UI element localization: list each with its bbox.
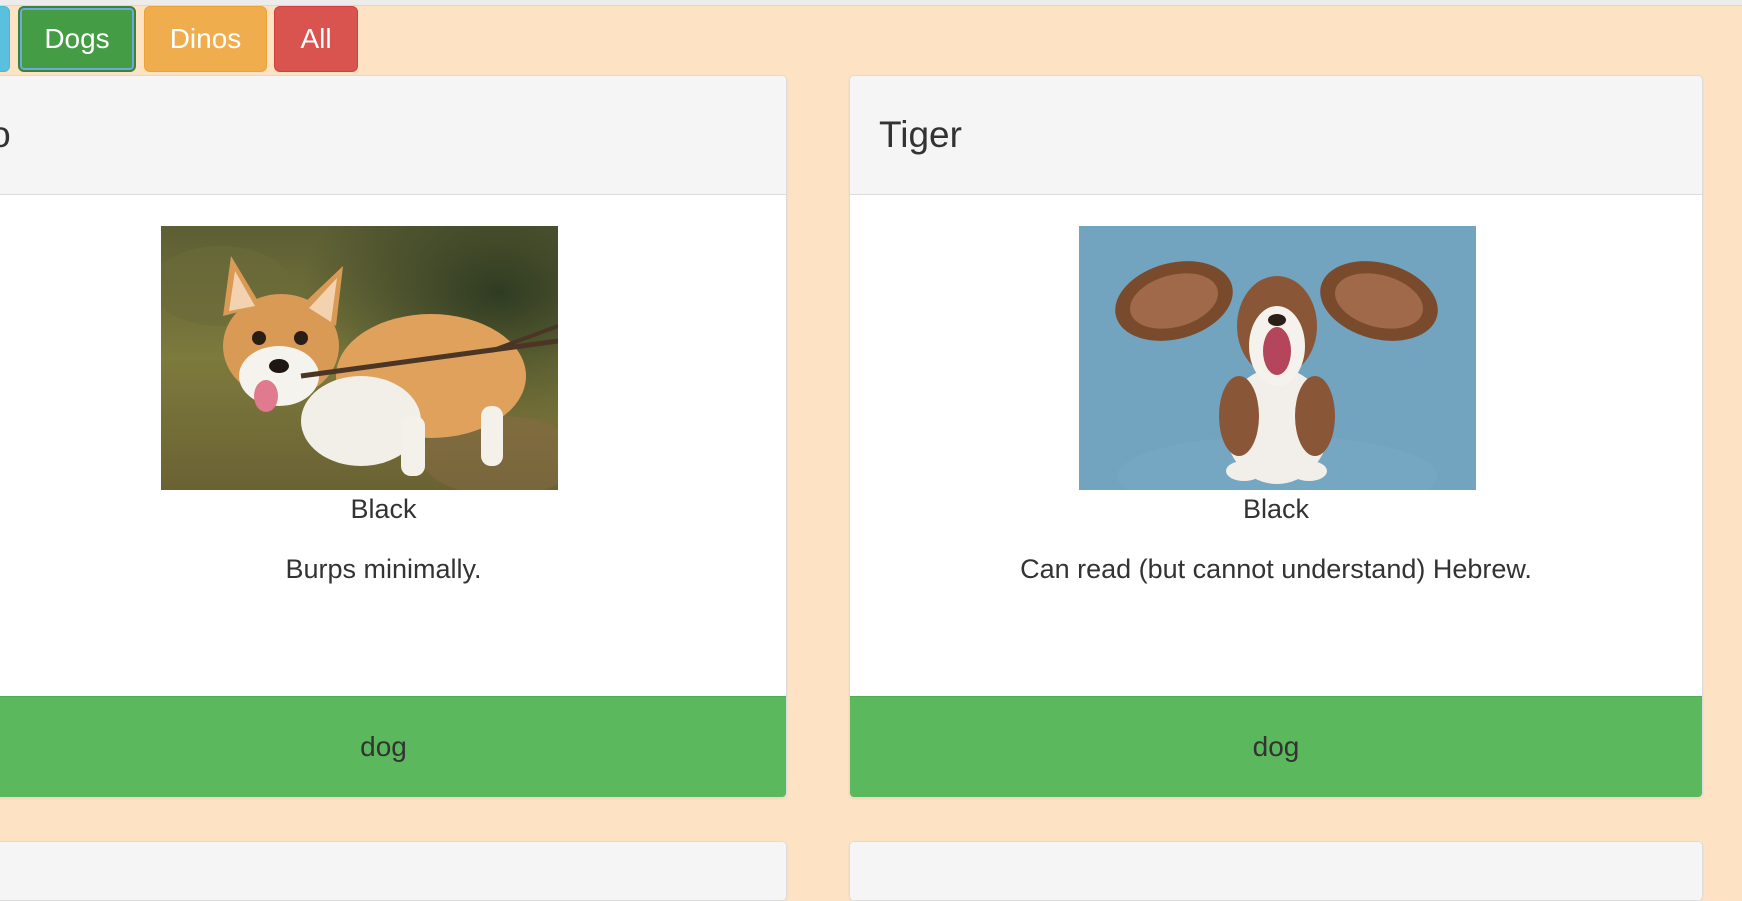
pet-photo: [1079, 226, 1476, 490]
card-header: [0, 842, 786, 900]
card-title: Tiger: [879, 114, 962, 155]
pet-photo: [161, 226, 558, 490]
pet-color: Black: [1242, 494, 1310, 524]
card-header: oco: [0, 76, 786, 195]
basset-hound-photo-image: [1079, 226, 1476, 490]
card-header: [850, 842, 1702, 900]
filter-cats-button[interactable]: [0, 6, 10, 72]
filter-all-button[interactable]: All: [274, 6, 358, 72]
pet-color: Black: [350, 494, 417, 524]
card-footer-type: dog: [850, 696, 1702, 797]
pet-card: oco: [0, 75, 787, 798]
card-footer-type: dog: [0, 696, 786, 797]
filter-dinos-button[interactable]: Dinos: [144, 6, 267, 72]
pet-description: Burps minimally.: [285, 554, 482, 584]
filter-dogs-button[interactable]: Dogs: [18, 6, 136, 72]
corgi-photo-image: [161, 226, 558, 490]
pet-card-partial: [849, 841, 1703, 901]
card-title: oco: [0, 114, 11, 156]
pet-description: Can read (but cannot understand) Hebrew.: [1020, 554, 1532, 584]
pet-card: Tiger Black Can read (but cannot underst…: [849, 75, 1703, 798]
pet-card-partial: [0, 841, 787, 901]
card-header: Tiger: [850, 76, 1702, 195]
